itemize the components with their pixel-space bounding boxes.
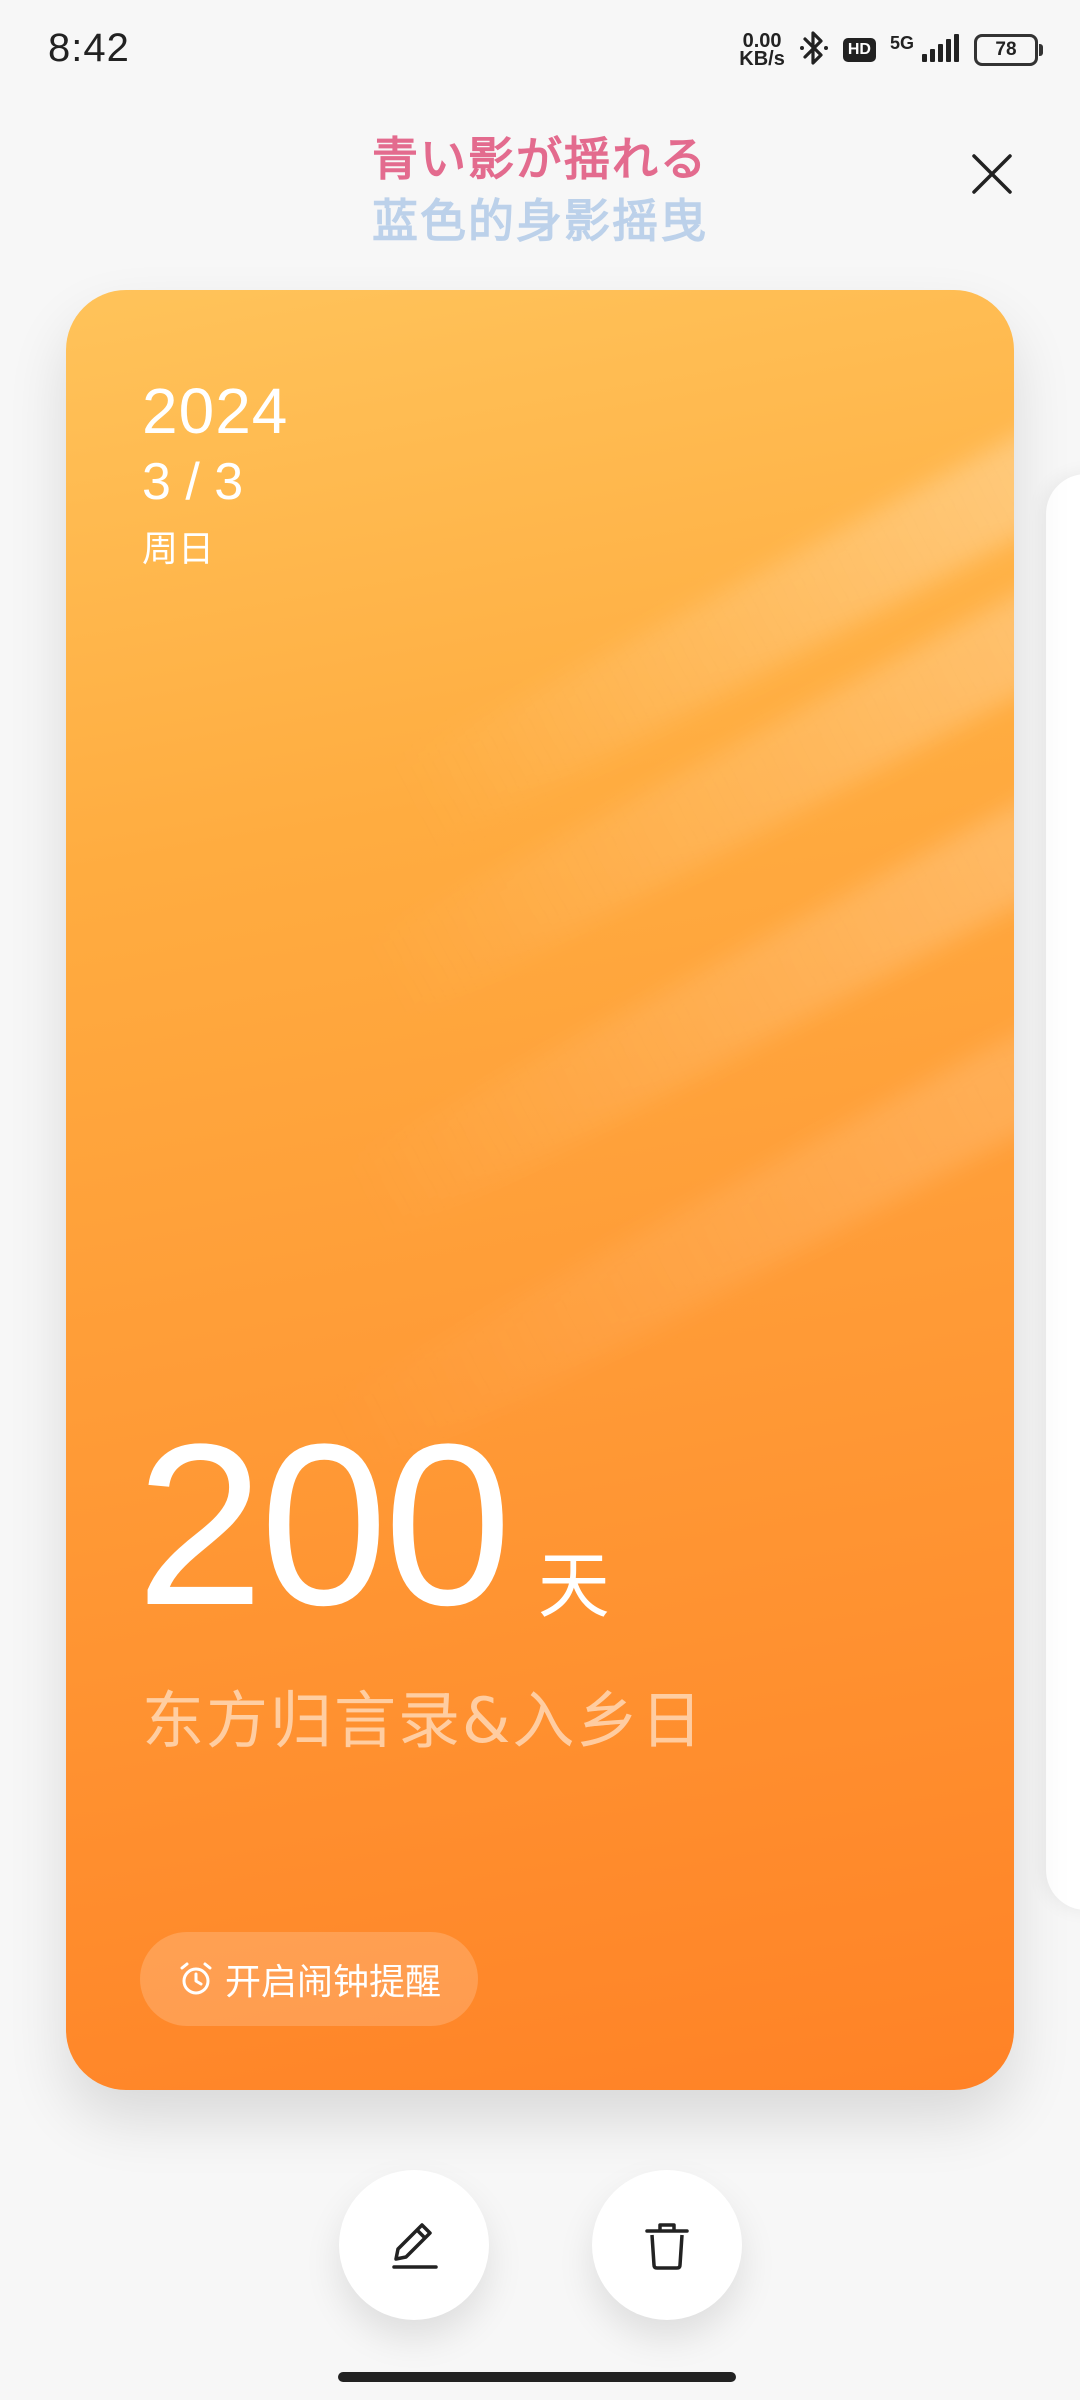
alarm-clock-icon <box>180 1962 212 1995</box>
days-unit: 天 <box>537 1544 610 1628</box>
home-indicator[interactable] <box>338 2372 736 2382</box>
title-japanese: 青い影が揺れる <box>372 132 708 186</box>
edit-button[interactable] <box>339 2170 489 2320</box>
network-speed-unit: KB/s <box>739 48 785 70</box>
enable-alarm-button[interactable]: 开启闹钟提醒 <box>140 1932 478 2026</box>
days-counter: 200 天 <box>136 1410 610 1640</box>
network-speed: 0.00 KB/s <box>739 31 785 70</box>
days-count: 200 <box>136 1396 512 1653</box>
battery-level: 78 <box>995 39 1017 60</box>
event-name: 东方归言录&入乡日 <box>142 1684 705 1757</box>
delete-button[interactable] <box>592 2170 742 2320</box>
next-card-peek[interactable] <box>1046 474 1080 1910</box>
battery-icon: 78 <box>974 34 1043 66</box>
status-bar: 8:42 0.00 KB/s HD 5G 78 <box>0 0 1080 110</box>
status-icons: 0.00 KB/s HD 5G 78 <box>739 28 1043 72</box>
pencil-icon <box>392 2223 438 2269</box>
hd-badge: HD <box>842 38 876 62</box>
close-icon <box>972 154 1012 194</box>
network-type: 5G <box>889 32 914 53</box>
screen: 8:42 0.00 KB/s HD 5G 78 青い影が揺れる 蓝色的身影摇曳 … <box>0 0 1080 2400</box>
signal-bars-icon <box>920 32 960 68</box>
card-year: 2024 <box>142 375 289 447</box>
title-chinese: 蓝色的身影摇曳 <box>372 194 708 248</box>
bluetooth-icon <box>799 28 829 72</box>
close-button[interactable] <box>966 148 1018 200</box>
header-title: 青い影が揺れる 蓝色的身影摇曳 <box>0 130 1080 250</box>
trash-icon <box>645 2223 689 2270</box>
enable-alarm-label: 开启闹钟提醒 <box>224 1962 441 2003</box>
card-weekday: 周日 <box>142 529 215 570</box>
anniversary-card[interactable]: 2024 3 / 3 周日 200 天 东方归言录&入乡日 开启闹钟提醒 <box>66 290 1014 2090</box>
card-date: 3 / 3 <box>142 453 244 511</box>
status-time: 8:42 <box>48 26 130 70</box>
